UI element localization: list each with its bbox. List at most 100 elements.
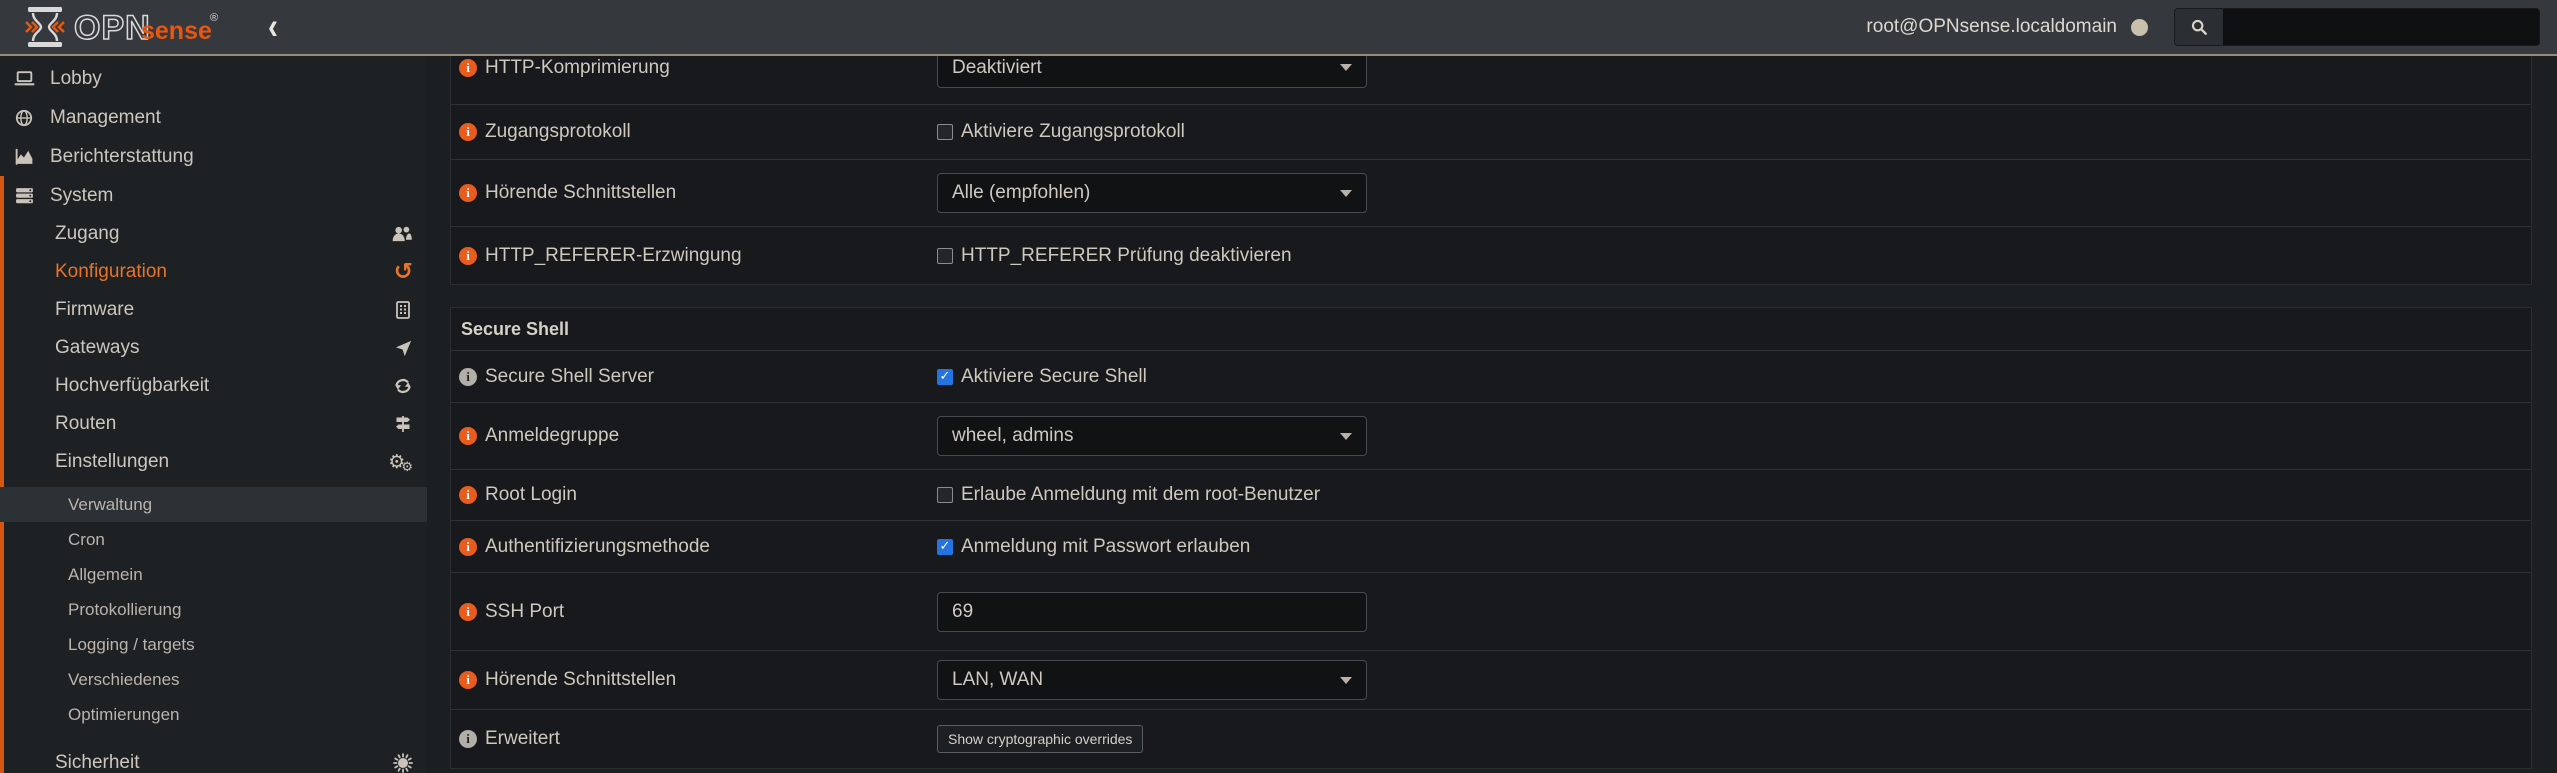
sidebar-item-label: Einstellungen (55, 451, 169, 473)
svg-text:sense: sense (141, 17, 212, 45)
info-icon[interactable] (459, 486, 477, 504)
hourglass-icon (26, 7, 64, 47)
search-icon[interactable] (2175, 9, 2223, 45)
svg-text:®: ® (210, 12, 218, 24)
status-indicator-dot[interactable] (2131, 19, 2148, 36)
sidebar-item-allgemein[interactable]: Allgemein (0, 557, 427, 592)
sync-icon (393, 376, 413, 396)
sidebar-item-label: Konfiguration (55, 261, 167, 283)
listen-interfaces-select[interactable]: Alle (empfohlen) (937, 173, 1367, 213)
opnsense-page: HTTP-Komprimierung Deaktiviert Zugangspr… (0, 0, 2557, 773)
info-icon[interactable] (459, 184, 477, 202)
section-header-row: Secure Shell (451, 308, 2531, 350)
sidebar-collapse-icon[interactable]: ‹ (268, 8, 278, 46)
svg-text:OPN: OPN (74, 9, 151, 47)
checkbox-label: Aktiviere Secure Shell (961, 366, 1147, 388)
sidebar-item-protokollierung[interactable]: Protokollierung (0, 592, 427, 627)
sidebar-item-management[interactable]: Management (0, 98, 427, 137)
sidebar-navigation: Lobby Management Berichterstattung Syste… (0, 56, 427, 773)
info-icon[interactable] (459, 368, 477, 386)
sidebar-item-verschiedenes[interactable]: Verschiedenes (0, 662, 427, 697)
field-label: Secure Shell Server (485, 366, 654, 388)
password-login-checkbox[interactable] (937, 539, 953, 555)
sidebar-item-system[interactable]: System (0, 176, 427, 215)
logged-in-user[interactable]: root@OPNsense.localdomain (1866, 16, 2117, 38)
field-label: Erweitert (485, 728, 560, 750)
sidebar-item-optimierungen[interactable]: Optimierungen (0, 697, 427, 732)
sidebar-item-routen[interactable]: Routen (0, 405, 427, 443)
server-icon (12, 185, 36, 206)
caret-down-icon (1340, 677, 1352, 684)
location-arrow-icon (394, 339, 413, 358)
info-icon[interactable] (459, 671, 477, 689)
access-log-checkbox[interactable] (937, 124, 953, 140)
search-input[interactable] (2223, 9, 2539, 45)
form-row: Authentifizierungsmethode Anmeldung mit … (451, 520, 2531, 572)
sidebar-item-label: System (50, 185, 113, 207)
sidebar-item-firmware[interactable]: Firmware (0, 291, 427, 329)
sidebar-item-cron[interactable]: Cron (0, 522, 427, 557)
caret-down-icon (1340, 64, 1352, 71)
field-label: Hörende Schnittstellen (485, 669, 676, 691)
gears-icon: ⚙⚙ (388, 451, 413, 474)
sidebar-item-verwaltung[interactable]: Verwaltung (0, 487, 427, 522)
sidebar-item-label: Verschiedenes (68, 670, 180, 690)
general-settings-table: HTTP-Komprimierung Deaktiviert Zugangspr… (450, 20, 2532, 285)
sidebar-item-sicherheit[interactable]: Sicherheit (0, 744, 427, 773)
sidebar-item-label: Allgemein (68, 565, 143, 585)
sidebar-item-einstellungen[interactable]: Einstellungen ⚙⚙ (0, 443, 427, 481)
sidebar-item-label: Zugang (55, 223, 119, 245)
caret-down-icon (1340, 433, 1352, 440)
ssh-port-input[interactable] (937, 592, 1367, 632)
sidebar-item-label: Verwaltung (68, 495, 152, 515)
top-header: OPN sense ® ‹ root@OPNsense.localdomain (0, 0, 2557, 56)
login-group-select[interactable]: wheel, admins (937, 416, 1367, 456)
info-icon[interactable] (459, 603, 477, 621)
section-title: Secure Shell (451, 319, 569, 340)
opnsense-logo[interactable]: OPN sense ® (24, 5, 234, 49)
field-label: Anmeldegruppe (485, 425, 619, 447)
sidebar-item-gateways[interactable]: Gateways (0, 329, 427, 367)
laptop-icon (12, 68, 36, 89)
form-row: Hörende Schnittstellen Alle (empfohlen) (451, 159, 2531, 226)
show-crypto-overrides-button[interactable]: Show cryptographic overrides (937, 725, 1143, 753)
sidebar-item-lobby[interactable]: Lobby (0, 59, 427, 98)
sidebar-item-berichterstattung[interactable]: Berichterstattung (0, 137, 427, 176)
root-login-checkbox[interactable] (937, 487, 953, 503)
field-label: Root Login (485, 484, 577, 506)
sidebar-item-label: Berichterstattung (50, 146, 194, 168)
sidebar-item-logging-targets[interactable]: Logging / targets (0, 627, 427, 662)
info-icon[interactable] (459, 538, 477, 556)
sidebar-item-zugang[interactable]: Zugang (0, 215, 427, 253)
sidebar-item-konfiguration[interactable]: Konfiguration ↺ (0, 253, 427, 291)
form-row: Anmeldegruppe wheel, admins (451, 402, 2531, 469)
sidebar-item-label: Optimierungen (68, 705, 180, 725)
selected-value: Deaktiviert (952, 57, 1042, 79)
sidebar-item-label: Routen (55, 413, 116, 435)
selected-value: LAN, WAN (952, 669, 1043, 691)
enable-ssh-checkbox[interactable] (937, 369, 953, 385)
http-referer-checkbox[interactable] (937, 248, 953, 264)
form-row: SSH Port (451, 572, 2531, 650)
sidebar-item-label: Lobby (50, 68, 102, 90)
search-box (2174, 8, 2540, 46)
sidebar-item-hochverfuegbarkeit[interactable]: Hochverfügbarkeit (0, 367, 427, 405)
sidebar-item-label: Protokollierung (68, 600, 181, 620)
field-label: SSH Port (485, 601, 564, 623)
selected-value: wheel, admins (952, 425, 1073, 447)
info-icon[interactable] (459, 247, 477, 265)
info-icon[interactable] (459, 59, 477, 77)
ssh-listen-interfaces-select[interactable]: LAN, WAN (937, 660, 1367, 700)
area-chart-icon (12, 146, 36, 167)
globe-icon (12, 108, 36, 128)
info-icon[interactable] (459, 427, 477, 445)
sidebar-item-label: Firmware (55, 299, 134, 321)
info-icon[interactable] (459, 730, 477, 748)
main-content: HTTP-Komprimierung Deaktiviert Zugangspr… (427, 0, 2557, 773)
info-icon[interactable] (459, 123, 477, 141)
checkbox-label: Anmeldung mit Passwort erlauben (961, 536, 1250, 558)
form-row: Root Login Erlaube Anmeldung mit dem roo… (451, 469, 2531, 520)
form-row: Hörende Schnittstellen LAN, WAN (451, 650, 2531, 709)
form-row: Erweitert Show cryptographic overrides (451, 709, 2531, 768)
opnsense-logo-svg: OPN sense ® (24, 5, 234, 49)
